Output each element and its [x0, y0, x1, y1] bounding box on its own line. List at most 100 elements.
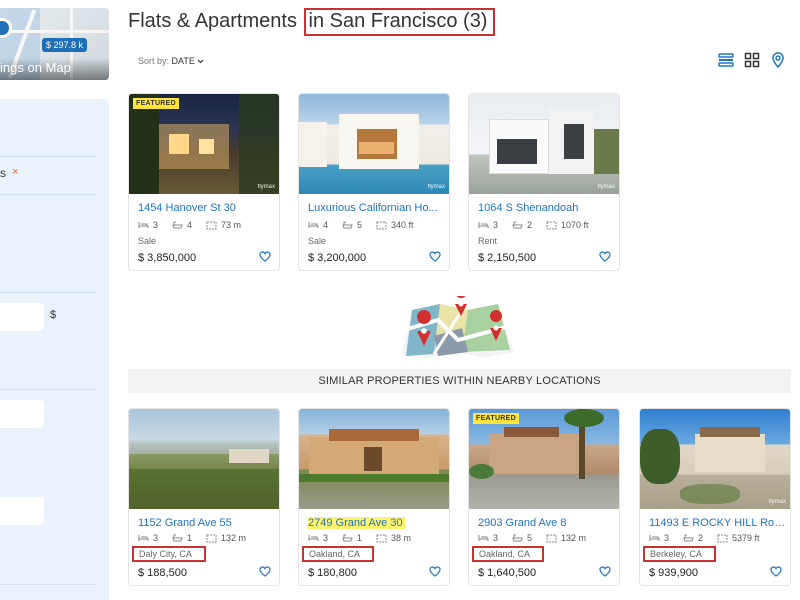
bed-icon: [649, 535, 660, 541]
bath-icon: [342, 221, 353, 229]
listing-features: 3 2 1070 ft: [478, 220, 589, 230]
beds-count: 3: [323, 533, 329, 543]
favorite-heart-icon[interactable]: [770, 566, 782, 577]
watermark: flymax: [427, 184, 445, 190]
favorite-heart-icon[interactable]: [599, 251, 611, 262]
nearby-listing-card[interactable]: flymax 11493 E ROCKY HILL Roa... 3 2 537…: [639, 408, 791, 586]
listing-location: Oakland, CA: [302, 546, 375, 562]
divider: [0, 292, 96, 293]
favorite-heart-icon[interactable]: [259, 251, 271, 262]
listing-price: $ 188,500: [138, 567, 187, 579]
area-value: 73 m: [221, 220, 242, 230]
listing-title[interactable]: 1152 Grand Ave 55: [138, 517, 276, 529]
property-photo[interactable]: flymax: [299, 94, 449, 194]
baths-count: 2: [527, 220, 533, 230]
sort-dropdown[interactable]: Sort by: DATE: [138, 56, 204, 66]
area-value: 340 ft: [391, 220, 414, 230]
bath-icon: [683, 534, 694, 542]
divider: [0, 156, 96, 157]
bed-icon: [478, 222, 489, 228]
listing-price: $ 180,800: [308, 567, 357, 579]
property-photo[interactable]: flymax: [640, 409, 790, 509]
list-view-icon[interactable]: [718, 52, 734, 68]
bath-icon: [172, 221, 183, 229]
sort-label: Sort by:: [138, 56, 170, 66]
property-photo[interactable]: FEATURED: [469, 409, 619, 509]
listing-title[interactable]: 1064 S Shenandoah: [478, 202, 616, 214]
filter-input[interactable]: [0, 497, 44, 525]
divider: [0, 389, 96, 390]
area-value: 132 m: [561, 533, 587, 543]
remove-filter-icon[interactable]: ×: [12, 166, 18, 178]
similar-properties-heading: SIMILAR PROPERTIES WITHIN NEARBY LOCATIO…: [128, 369, 791, 393]
listing-title[interactable]: 11493 E ROCKY HILL Roa...: [649, 517, 787, 529]
page-title: Flats & Apartments in San Francisco (3): [128, 8, 496, 36]
sort-value: DATE: [171, 56, 195, 66]
listing-title[interactable]: 2903 Grand Ave 8: [478, 517, 616, 529]
listing-card[interactable]: FEATURED flymax 1454 Hanover St 30 3 4 7…: [128, 93, 280, 271]
favorite-heart-icon[interactable]: [599, 566, 611, 577]
listing-title[interactable]: Luxurious Californian Ho...: [308, 202, 446, 214]
listing-location: Daly City, CA: [132, 546, 206, 562]
bed-icon: [308, 535, 319, 541]
featured-badge: FEATURED: [133, 98, 179, 109]
listing-features: 3 2 5379 ft: [649, 533, 760, 543]
bath-icon: [512, 221, 523, 229]
area-value: 132 m: [221, 533, 247, 543]
area-value: 38 m: [391, 533, 412, 543]
watermark: flymax: [257, 184, 275, 190]
title-prefix: Flats & Apartments: [128, 10, 303, 32]
listing-card[interactable]: flymax 1064 S Shenandoah 3 2 1070 ft Ren…: [468, 93, 620, 271]
baths-count: 2: [698, 533, 704, 543]
listing-title-highlighted[interactable]: 2749 Grand Ave 30: [308, 517, 405, 529]
area-icon: [206, 534, 217, 542]
baths-count: 5: [357, 220, 363, 230]
listing-features: 3 5 132 m: [478, 533, 586, 543]
featured-badge: FEATURED: [473, 413, 519, 424]
bath-icon: [172, 534, 183, 542]
area-icon: [376, 534, 387, 542]
price-min-input[interactable]: [0, 303, 44, 331]
map-button-label: ings on Map: [0, 58, 109, 80]
title-location-count: in San Francisco (3): [303, 8, 496, 36]
property-photo[interactable]: FEATURED flymax: [129, 94, 279, 194]
baths-count: 4: [187, 220, 193, 230]
bed-icon: [308, 222, 319, 228]
listing-price: $ 3,850,000: [138, 252, 197, 264]
favorite-heart-icon[interactable]: [259, 566, 271, 577]
beds-count: 3: [493, 533, 499, 543]
listing-features: 3 1 38 m: [308, 533, 411, 543]
listing-features: 4 5 340 ft: [308, 220, 414, 230]
area-icon: [546, 221, 557, 229]
area-icon: [206, 221, 217, 229]
divider: [0, 584, 96, 585]
listing-features: 3 1 132 m: [138, 533, 246, 543]
filter-input[interactable]: [0, 400, 44, 428]
favorite-heart-icon[interactable]: [429, 566, 441, 577]
filter-sidebar: s × $: [0, 99, 109, 600]
beds-count: 3: [153, 220, 159, 230]
active-filter-tag: s: [0, 166, 6, 180]
property-photo[interactable]: [299, 409, 449, 509]
area-icon: [376, 221, 387, 229]
property-photo[interactable]: [129, 409, 279, 509]
grid-view-icon[interactable]: [744, 52, 760, 68]
beds-count: 4: [323, 220, 329, 230]
map-road: [0, 30, 109, 33]
nearby-listing-card[interactable]: 2749 Grand Ave 30 3 1 38 m Oakland, CA $…: [298, 408, 450, 586]
area-icon: [717, 534, 728, 542]
listing-title[interactable]: 1454 Hanover St 30: [138, 202, 276, 214]
bath-icon: [512, 534, 523, 542]
map-view-icon[interactable]: [770, 52, 786, 68]
listing-price: $ 1,640,500: [478, 567, 537, 579]
property-photo[interactable]: flymax: [469, 94, 619, 194]
nearby-listing-card[interactable]: FEATURED 2903 Grand Ave 8 3 5 132 m Oakl…: [468, 408, 620, 586]
nearby-listing-card[interactable]: 1152 Grand Ave 55 3 1 132 m Daly City, C…: [128, 408, 280, 586]
favorite-heart-icon[interactable]: [429, 251, 441, 262]
bath-icon: [342, 534, 353, 542]
bed-icon: [138, 222, 149, 228]
bed-icon: [138, 535, 149, 541]
listing-card[interactable]: flymax Luxurious Californian Ho... 4 5 3…: [298, 93, 450, 271]
baths-count: 5: [527, 533, 533, 543]
show-listings-on-map-button[interactable]: $ 297.8 k ings on Map: [0, 8, 109, 80]
